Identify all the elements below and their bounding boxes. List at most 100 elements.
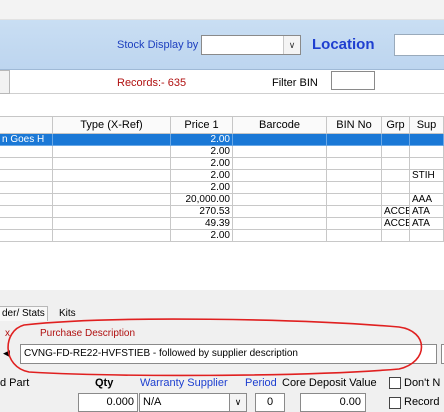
cell-type[interactable] <box>53 206 171 218</box>
cell-grp[interactable] <box>382 146 410 158</box>
purchase-description-label: Purchase Description <box>40 328 136 339</box>
cell-sup[interactable] <box>410 182 444 194</box>
cell-grp[interactable] <box>382 134 410 146</box>
cell-bin-no[interactable] <box>327 170 382 182</box>
cell-description[interactable] <box>0 170 53 182</box>
stock-display-select[interactable]: ∨ <box>201 35 301 55</box>
x-ref-label: x <box>5 328 10 339</box>
cell-grp[interactable] <box>382 182 410 194</box>
grid-header-bin-no[interactable]: BIN No <box>327 116 382 134</box>
cell-type[interactable] <box>53 158 171 170</box>
core-deposit-label: Core Deposit Value <box>282 377 377 389</box>
stock-display-label: Stock Display by <box>117 39 199 51</box>
cell-sup[interactable] <box>410 146 444 158</box>
cell-bin-no[interactable] <box>327 230 382 242</box>
tab-kits[interactable]: Kits <box>57 307 78 321</box>
cell-bin-no[interactable] <box>327 134 382 146</box>
filter-bin-label: Filter BIN <box>272 77 318 89</box>
cell-price1[interactable]: 2.00 <box>171 134 233 146</box>
record-label: Record <box>404 396 440 408</box>
period-input[interactable]: 0 <box>255 393 285 412</box>
filter-bin-input[interactable] <box>331 71 375 90</box>
cell-price1[interactable]: 49.39 <box>171 218 233 230</box>
cell-barcode[interactable] <box>233 146 327 158</box>
cell-sup[interactable]: AAA <box>410 194 444 206</box>
cell-grp[interactable]: ACCES <box>382 206 410 218</box>
location-label: Location <box>312 36 375 53</box>
cell-type[interactable] <box>53 134 171 146</box>
cell-price1[interactable]: 2.00 <box>171 230 233 242</box>
cell-description[interactable] <box>0 230 53 242</box>
grid-header-price1[interactable]: Price 1 <box>171 116 233 134</box>
cell-sup[interactable]: ATA <box>410 206 444 218</box>
cell-bin-no[interactable] <box>327 146 382 158</box>
cell-type[interactable] <box>53 230 171 242</box>
cell-sup[interactable] <box>410 134 444 146</box>
grid-header-grp[interactable]: Grp <box>382 116 410 134</box>
purchase-description-input[interactable]: CVNG-FD-RE22-HVFSTIEB - followed by supp… <box>20 344 437 364</box>
cell-barcode[interactable] <box>233 206 327 218</box>
cell-price1[interactable]: 20,000.00 <box>171 194 233 206</box>
cell-grp[interactable] <box>382 158 410 170</box>
cell-description[interactable] <box>0 158 53 170</box>
grid-header-barcode[interactable]: Barcode <box>233 116 327 134</box>
cell-description[interactable] <box>0 182 53 194</box>
dont-label: Don't N <box>404 377 441 389</box>
cell-grp[interactable] <box>382 194 410 206</box>
cell-type[interactable] <box>53 146 171 158</box>
cell-price1[interactable]: 2.00 <box>171 158 233 170</box>
qty-input[interactable]: 0.000 <box>78 393 138 412</box>
cell-sup[interactable]: STIH <box>410 170 444 182</box>
left-tab-stub[interactable] <box>0 70 10 94</box>
cell-price1[interactable]: 2.00 <box>171 170 233 182</box>
core-deposit-input[interactable]: 0.00 <box>300 393 366 412</box>
cell-barcode[interactable] <box>233 230 327 242</box>
grid-header-description[interactable] <box>0 116 53 134</box>
cell-barcode[interactable] <box>233 170 327 182</box>
cell-bin-no[interactable] <box>327 206 382 218</box>
cell-barcode[interactable] <box>233 182 327 194</box>
grid-header-type[interactable]: Type (X-Ref) <box>53 116 171 134</box>
cell-description[interactable]: n Goes H <box>0 134 53 146</box>
cell-barcode[interactable] <box>233 158 327 170</box>
record-checkbox[interactable] <box>389 397 401 409</box>
cell-grp[interactable] <box>382 170 410 182</box>
stock-grid[interactable]: Type (X-Ref) Price 1 Barcode BIN No Grp … <box>0 116 444 290</box>
location-input[interactable] <box>394 34 444 56</box>
cell-type[interactable] <box>53 194 171 206</box>
cell-type[interactable] <box>53 218 171 230</box>
grid-header-sup[interactable]: Sup <box>410 116 444 134</box>
top-toolbar-strip <box>0 0 444 20</box>
cell-sup[interactable] <box>410 158 444 170</box>
tab-order-stats[interactable]: der/ Stats <box>0 306 48 321</box>
cell-type[interactable] <box>53 170 171 182</box>
chevron-down-icon[interactable]: ∨ <box>229 393 247 412</box>
left-arrow-icon[interactable]: ◀ <box>3 348 10 359</box>
cell-description[interactable] <box>0 146 53 158</box>
cell-price1[interactable]: 270.53 <box>171 206 233 218</box>
grid-spacer <box>0 95 444 116</box>
cell-bin-no[interactable] <box>327 218 382 230</box>
cell-sup[interactable] <box>410 230 444 242</box>
cell-barcode[interactable] <box>233 134 327 146</box>
cell-description[interactable] <box>0 194 53 206</box>
cell-type[interactable] <box>53 182 171 194</box>
cell-price1[interactable]: 2.00 <box>171 146 233 158</box>
cell-bin-no[interactable] <box>327 194 382 206</box>
dont-checkbox[interactable] <box>389 377 401 389</box>
part-label: d Part <box>0 377 30 389</box>
cell-barcode[interactable] <box>233 194 327 206</box>
cell-bin-no[interactable] <box>327 158 382 170</box>
records-strip <box>0 70 444 94</box>
cell-bin-no[interactable] <box>327 182 382 194</box>
cell-description[interactable] <box>0 218 53 230</box>
cell-price1[interactable]: 2.00 <box>171 182 233 194</box>
chevron-down-icon[interactable]: ∨ <box>283 36 300 54</box>
cell-barcode[interactable] <box>233 218 327 230</box>
cell-description[interactable] <box>0 206 53 218</box>
cell-sup[interactable]: ATA <box>410 218 444 230</box>
records-count: Records:- 635 <box>117 77 187 89</box>
cell-grp[interactable] <box>382 230 410 242</box>
cell-grp[interactable]: ACCES <box>382 218 410 230</box>
period-label: Period <box>245 377 277 389</box>
